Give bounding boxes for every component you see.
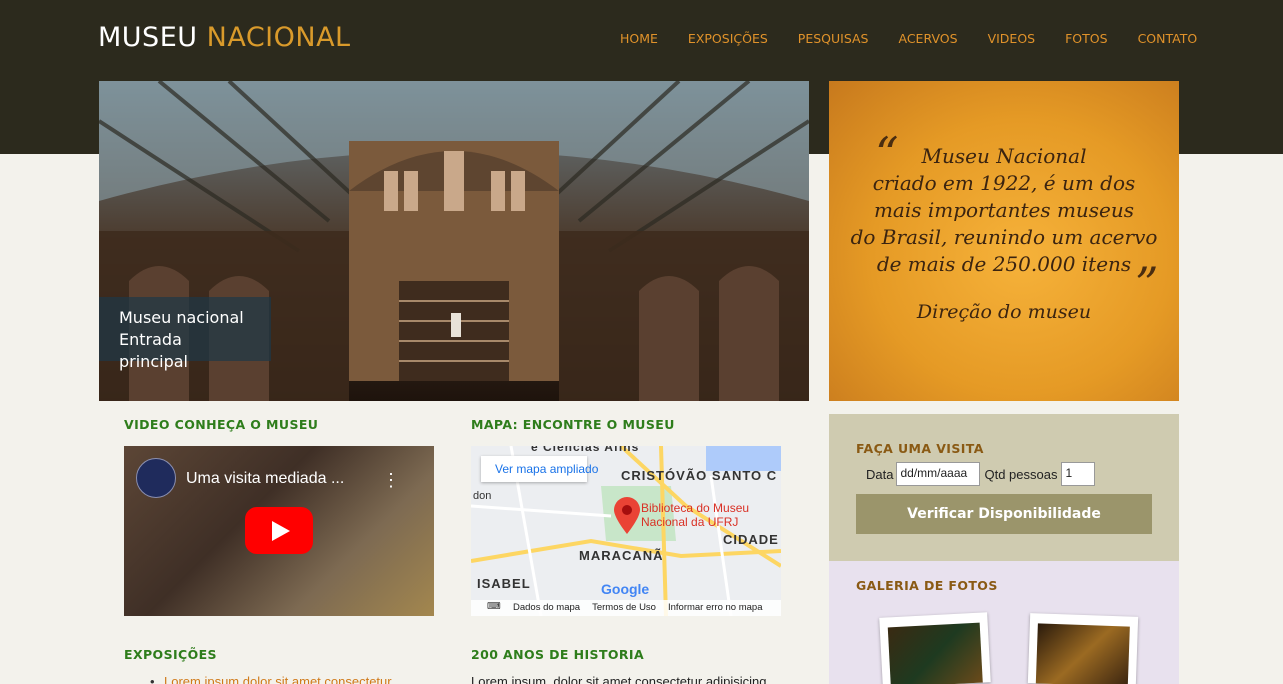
map-footer: ⌨ Dados do mapa Termos de Uso Informar e… — [471, 600, 781, 616]
exposicao-link[interactable]: Lorem ipsum dolor sit amet consectetur — [150, 674, 392, 684]
map-pin-icon[interactable] — [612, 496, 642, 534]
check-availability-button[interactable]: Verificar Disponibilidade — [856, 494, 1152, 534]
hero-caption-line2: Entrada principal — [119, 330, 188, 371]
map-label: ISABEL — [477, 576, 531, 591]
logo-word-1: MUSEU — [98, 22, 198, 53]
map-label: e Ciências Afins — [531, 446, 640, 454]
historia-text: Lorem ipsum, dolor sit amet consectetur … — [471, 674, 767, 684]
nav-exposicoes[interactable]: EXPOSIÇÕES — [688, 31, 768, 46]
visit-panel: FAÇA UMA VISITA Data dd/mm/aaaa Qtd pess… — [829, 414, 1179, 561]
terms-link[interactable]: Termos de Uso — [592, 602, 656, 616]
keyboard-icon[interactable]: ⌨ — [487, 601, 501, 612]
map-label: don — [473, 490, 492, 502]
gallery-photo[interactable] — [1027, 613, 1139, 684]
nav-fotos[interactable]: FOTOS — [1065, 31, 1107, 46]
gallery-photo-image — [1035, 623, 1130, 684]
date-input[interactable]: dd/mm/aaaa — [896, 462, 981, 486]
google-logo: Google — [601, 581, 650, 597]
gallery-photo[interactable] — [879, 612, 991, 684]
play-button[interactable] — [245, 507, 313, 554]
nav-pesquisas[interactable]: PESQUISAS — [798, 31, 869, 46]
video-section-title: VIDEO CONHEÇA O MUSEU — [124, 417, 319, 432]
map-label: CIDADE — [723, 532, 779, 547]
quote-line: do Brasil, reunindo um acervo — [850, 225, 1158, 249]
map-data-link[interactable]: Dados do mapa — [513, 602, 580, 616]
map-label: MARACANÃ — [579, 548, 664, 563]
map-place-line: Biblioteca do Museu — [641, 501, 750, 515]
map-label: CRISTÓVÃO SANTO C — [621, 468, 778, 483]
nav-contato[interactable]: CONTATO — [1138, 31, 1198, 46]
date-label: Data — [866, 466, 894, 482]
hero-caption-line1: Museu nacional — [119, 308, 244, 327]
quote-line: Museu Nacional — [921, 144, 1087, 168]
main-nav: HOME EXPOSIÇÕES PESQUISAS ACERVOS VIDEOS… — [620, 31, 1227, 46]
report-error-link[interactable]: Informar erro no mapa — [668, 602, 763, 616]
quote-author: Direção do museu — [916, 301, 1092, 323]
video-title[interactable]: Uma visita mediada ... — [186, 470, 344, 488]
quote-line: mais importantes museus — [873, 198, 1135, 222]
map-section-title: MAPA: ENCONTRE O MUSEU — [471, 417, 675, 432]
logo-word-2: NACIONAL — [206, 22, 351, 53]
visit-form-row: Data dd/mm/aaaa Qtd pessoas 1 — [866, 462, 1096, 486]
map-place-line: Nacional da UFRJ — [641, 515, 739, 529]
site-logo[interactable]: MUSEU NACIONAL — [98, 22, 351, 53]
map-place-name[interactable]: Biblioteca do Museu Nacional da UFRJ — [641, 501, 749, 529]
historia-title: 200 ANOS DE HISTORIA — [471, 647, 645, 662]
channel-logo[interactable] — [136, 458, 176, 498]
hero-image: Museu nacional Entrada principal — [99, 81, 809, 401]
qty-label: Qtd pessoas — [984, 466, 1058, 482]
quote-text: Museu Nacional criado em 1922, é um dos … — [849, 143, 1159, 278]
hero-caption: Museu nacional Entrada principal — [99, 297, 271, 371]
nav-home[interactable]: HOME — [620, 31, 658, 46]
gallery-title: GALERIA DE FOTOS — [856, 578, 998, 593]
video-player[interactable]: Uma visita mediada ... ⋮ — [124, 446, 434, 616]
more-options-icon[interactable]: ⋮ — [382, 470, 400, 491]
quote-line: de mais de 250.000 itens — [876, 252, 1132, 276]
visit-title: FAÇA UMA VISITA — [856, 441, 984, 456]
gallery-panel: GALERIA DE FOTOS — [829, 561, 1179, 684]
qty-input[interactable]: 1 — [1061, 462, 1096, 486]
nav-acervos[interactable]: ACERVOS — [898, 31, 957, 46]
quote-panel: “ Museu Nacional criado em 1922, é um do… — [829, 81, 1179, 401]
gallery-photo-image — [887, 622, 983, 684]
enlarge-map-button[interactable]: Ver mapa ampliado — [481, 456, 598, 482]
quote-line: criado em 1922, é um dos — [872, 171, 1136, 195]
exposicoes-title: EXPOSIÇÕES — [124, 647, 217, 662]
nav-videos[interactable]: VIDEOS — [988, 31, 1036, 46]
embedded-map[interactable]: Ver mapa ampliado e Ciências Afins CRIST… — [471, 446, 781, 616]
